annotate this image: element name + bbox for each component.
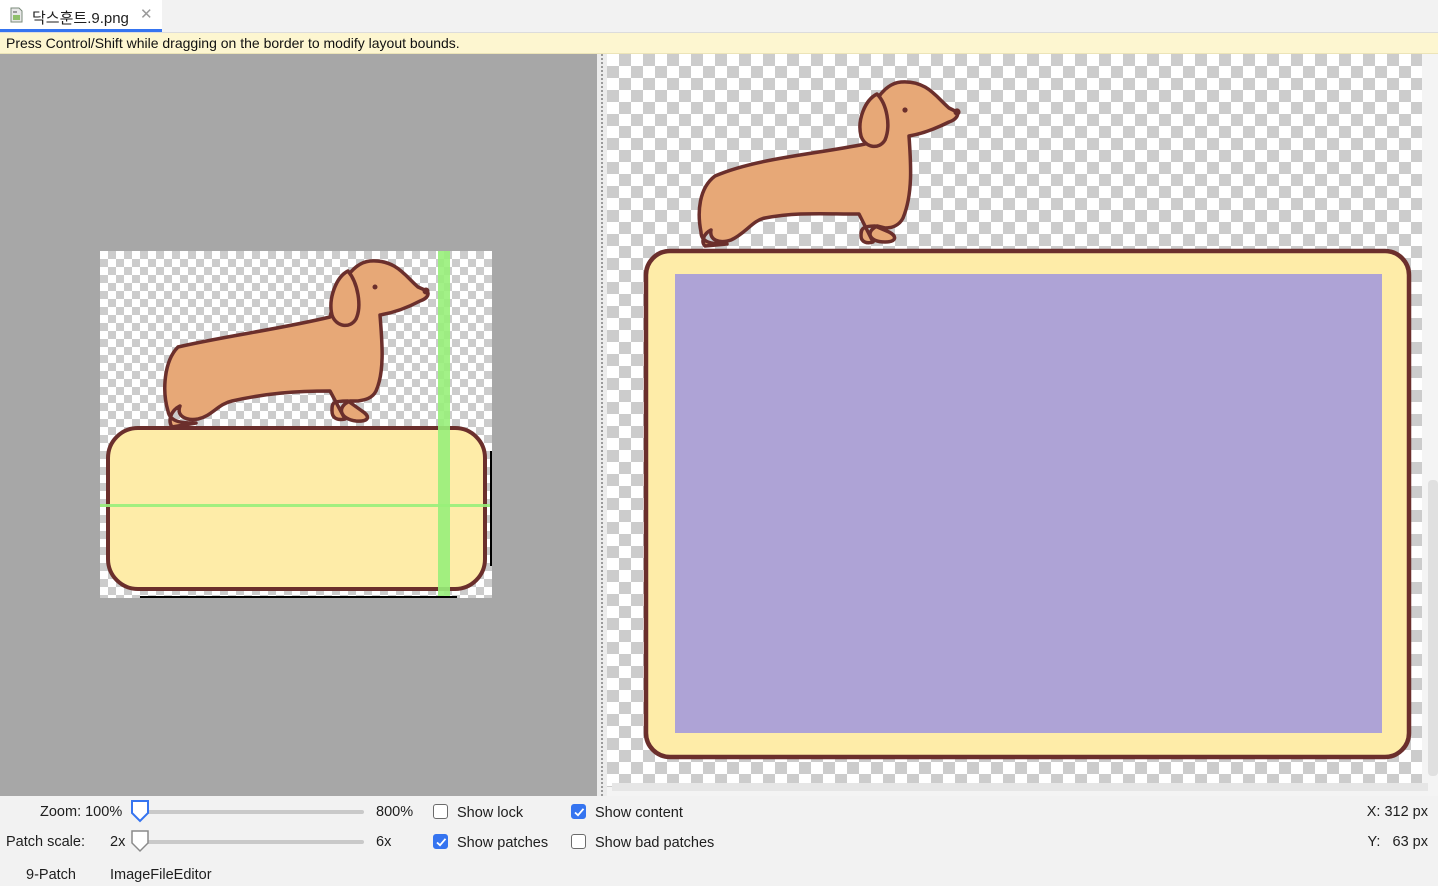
- file-tab[interactable]: 닥스훈트.9.png ✕: [0, 0, 162, 32]
- splitter-handle: [601, 54, 603, 796]
- tab-nine-patch[interactable]: 9-Patch: [26, 867, 76, 883]
- dachshund-on-box-image: [100, 251, 492, 598]
- show-bad-patches-checkbox[interactable]: [571, 834, 586, 849]
- zoom-max-label: 800%: [376, 804, 414, 820]
- patch-scale-slider-track[interactable]: [140, 840, 364, 844]
- horizontal-stretch-patch[interactable]: [100, 504, 492, 507]
- show-lock-label: Show lock: [457, 805, 524, 821]
- zoom-slider-thumb[interactable]: [130, 799, 150, 823]
- show-patches-checkbox[interactable]: [433, 834, 448, 849]
- horizontal-scrollbar[interactable]: [612, 783, 1428, 791]
- nine-patch-editor-canvas[interactable]: [0, 54, 597, 796]
- patch-scale-label: Patch scale:: [6, 834, 85, 850]
- patch-scale-min-label: 2x: [110, 834, 126, 850]
- show-content-checkbox[interactable]: [571, 804, 586, 819]
- checkmark-icon: [574, 808, 585, 817]
- content-area: [675, 274, 1382, 733]
- editor-tab-bar: [0, 0, 1438, 33]
- tab-title: 닥스훈트.9.png: [32, 10, 129, 27]
- zoom-slider-track[interactable]: [140, 810, 364, 814]
- y-coordinate-readout: Y: 63 px: [1367, 834, 1428, 850]
- patch-scale-max-label: 6x: [376, 834, 392, 850]
- vertical-stretch-patch[interactable]: [438, 251, 450, 598]
- show-content-label: Show content: [595, 805, 683, 821]
- vertical-scrollbar[interactable]: [1428, 480, 1438, 776]
- checkmark-icon: [436, 838, 447, 847]
- zoom-label: Zoom: 100%: [40, 804, 123, 820]
- x-coordinate-readout: X: 312 px: [1366, 804, 1428, 820]
- active-tab-indicator: [0, 29, 162, 32]
- preview-image: [607, 54, 1422, 787]
- close-icon[interactable]: ✕: [140, 5, 153, 23]
- tab-image-file-editor[interactable]: ImageFileEditor: [110, 867, 212, 883]
- show-lock-checkbox[interactable]: [433, 804, 448, 819]
- editor-image[interactable]: [100, 251, 492, 598]
- show-patches-label: Show patches: [457, 835, 549, 851]
- show-bad-patches-label: Show bad patches: [595, 835, 715, 851]
- image-file-icon: [10, 7, 23, 23]
- hint-banner: Press Control/Shift while dragging on th…: [0, 33, 1438, 54]
- patch-scale-slider-thumb[interactable]: [130, 829, 150, 853]
- nine-patch-preview: [607, 54, 1438, 796]
- hint-text: Press Control/Shift while dragging on th…: [6, 35, 460, 51]
- stretched-preview-image: [643, 80, 1412, 760]
